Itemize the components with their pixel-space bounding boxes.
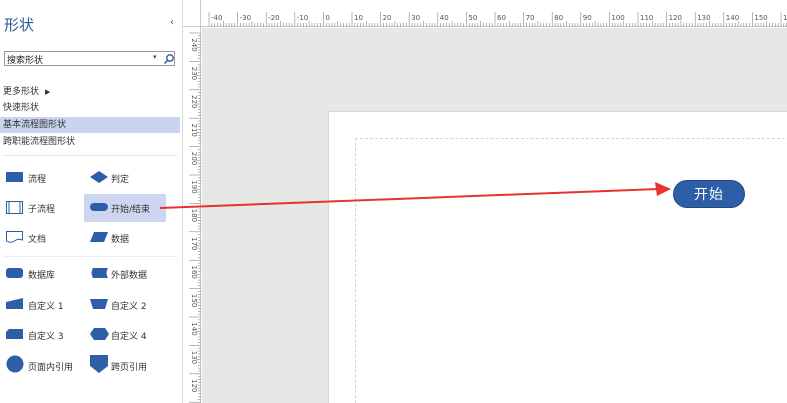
- annotation-arrow: [159, 182, 671, 209]
